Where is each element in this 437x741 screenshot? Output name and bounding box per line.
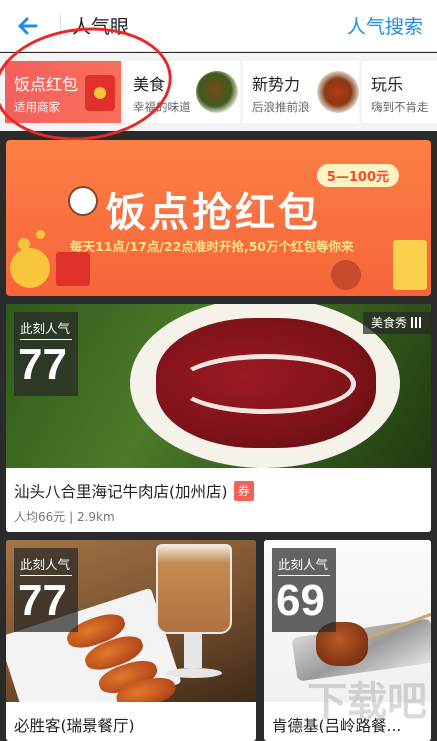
- popularity-value: 77: [18, 576, 67, 625]
- mug-stem: [184, 634, 202, 668]
- popularity-label: 此刻人气: [278, 557, 329, 572]
- category-name: 玩乐: [371, 75, 404, 94]
- red-packet-banner[interactable]: 5—100元 饭点抢红包 每天11点/17点/22点准时开抢,50万个红包等你来: [6, 140, 431, 296]
- amount-badge: 5—100元: [316, 164, 399, 187]
- restaurant-name: 必胜客(瑞景餐厅): [14, 717, 135, 735]
- category-sub: 嗨到不肯走: [371, 100, 429, 114]
- popularity-label: 此刻人气: [20, 321, 71, 336]
- banner-subtitle: 每天11点/17点/22点准时开抢,50万个红包等你来: [70, 239, 354, 254]
- restaurant-card[interactable]: 此刻人气 69 肯德基(吕岭路餐... 下载吧: [264, 540, 431, 741]
- restaurant-name: 汕头八合里海记牛肉店(加州店) 券: [14, 480, 254, 502]
- food-thumbnail: [196, 71, 238, 113]
- food-show-label: 美食秀: [370, 316, 407, 330]
- popularity-value: 77: [18, 340, 67, 389]
- coin-icon: [18, 238, 30, 250]
- restaurant-meta: 人均66元 | 2.9km: [14, 510, 115, 524]
- restaurant-photo: 此刻人气 77 美食秀: [6, 304, 431, 468]
- lantern-icon: [10, 248, 50, 288]
- coupon-badge: 券: [233, 481, 254, 501]
- bar-chart-icon: [411, 317, 423, 328]
- category-fun[interactable]: 玩乐 嗨到不肯走: [362, 61, 437, 123]
- restaurant-card[interactable]: 此刻人气 77 必胜客(瑞景餐厅): [6, 540, 256, 741]
- category-new-power[interactable]: 新势力 后浪推前浪: [243, 61, 359, 123]
- popularity-value: 69: [276, 576, 325, 625]
- popularity-box: 此刻人气 77: [14, 312, 78, 396]
- restaurant-photo: 此刻人气 77: [6, 540, 256, 702]
- coin-icon: [36, 230, 45, 239]
- drink-mug: [156, 544, 232, 634]
- restaurant-name-text: 汕头八合里海记牛肉店(加州店): [14, 483, 228, 501]
- dish-thumbnail: [317, 71, 359, 113]
- red-packet-icon: [56, 252, 90, 286]
- popularity-label: 此刻人气: [20, 557, 71, 572]
- popularity-box: 此刻人气 77: [14, 548, 78, 632]
- clock-icon: [68, 186, 98, 216]
- watermark: 下载吧: [307, 679, 427, 725]
- mascot-icon: [331, 260, 361, 290]
- food-show-tag[interactable]: 美食秀: [362, 312, 431, 334]
- category-name: 新势力: [252, 75, 301, 94]
- banner-title: 饭点抢红包: [106, 190, 321, 236]
- category-sub: 后浪推前浪: [252, 100, 310, 114]
- popularity-search-link[interactable]: 人气搜索: [347, 12, 423, 39]
- drink-icon: [393, 240, 427, 290]
- fat-stripe: [176, 354, 356, 414]
- featured-restaurant-card[interactable]: 此刻人气 77 美食秀 汕头八合里海记牛肉店(加州店) 券 人均66元 | 2.9…: [6, 304, 431, 532]
- mug-base: [166, 668, 222, 678]
- popularity-box: 此刻人气 69: [272, 548, 336, 632]
